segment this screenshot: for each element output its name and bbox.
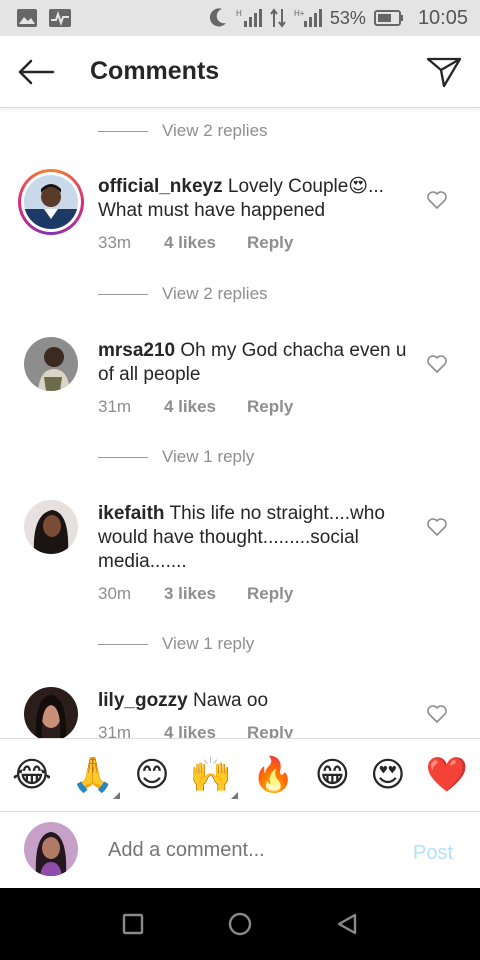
view-replies-label: View 1 reply xyxy=(162,634,255,653)
reply-button[interactable]: Reply xyxy=(247,723,293,738)
arrow-left-icon xyxy=(18,59,55,84)
variants-indicator-icon xyxy=(113,792,121,799)
back-nav-button[interactable] xyxy=(327,904,367,944)
paper-plane-icon xyxy=(426,57,462,87)
status-bar: H H+ 53% 10:05 xyxy=(0,0,480,36)
divider xyxy=(98,293,148,295)
comment-input[interactable] xyxy=(108,834,388,866)
battery-percent: 53% xyxy=(329,7,366,28)
comment-username[interactable]: lily_gozzy xyxy=(98,690,188,711)
comment-composer: Post xyxy=(0,812,480,888)
current-user-avatar xyxy=(24,822,78,876)
recents-button[interactable] xyxy=(113,904,153,944)
avatar xyxy=(24,175,78,229)
clock: 10:05 xyxy=(417,6,468,29)
view-replies-link[interactable]: View 2 replies xyxy=(98,282,268,306)
divider xyxy=(98,456,148,458)
comment-time: 31m xyxy=(98,397,132,416)
red-heart-emoji[interactable]: ❤️ xyxy=(426,755,468,795)
comment-time: 30m xyxy=(98,584,132,603)
reply-button[interactable]: Reply xyxy=(247,584,293,604)
comment-username[interactable]: mrsa210 xyxy=(98,340,175,361)
comment-likes[interactable]: 4 likes xyxy=(164,723,247,738)
system-nav-bar xyxy=(0,888,480,960)
activity-icon xyxy=(48,8,72,28)
comment-likes[interactable]: 3 likes xyxy=(164,584,247,604)
comment-text: mrsa210 Oh my God chacha even u of all p… xyxy=(98,339,408,387)
like-button[interactable] xyxy=(427,191,447,211)
comment-likes[interactable]: 4 likes xyxy=(164,233,247,253)
comment-meta: 31m 4 likes Reply xyxy=(98,723,293,738)
comment-text: official_nkeyz Lovely Couple😍... What mu… xyxy=(98,175,408,223)
share-button[interactable] xyxy=(408,36,480,108)
comment-time: 31m xyxy=(98,723,132,738)
like-button[interactable] xyxy=(427,518,447,538)
comment-likes[interactable]: 4 likes xyxy=(164,397,247,417)
view-replies-link[interactable]: View 2 replies xyxy=(98,119,268,143)
view-replies-label: View 2 replies xyxy=(162,121,268,140)
beaming-face-emoji[interactable]: 😁 xyxy=(315,755,350,795)
signal-h-icon: H xyxy=(236,7,262,29)
avatar[interactable] xyxy=(24,337,78,391)
svg-text:H: H xyxy=(236,9,242,18)
emoji-quick-bar: 😂 🙏 😊 🙌 🔥 😁 😍 ❤️ xyxy=(0,738,480,812)
battery-icon xyxy=(373,9,404,27)
back-button[interactable] xyxy=(0,36,72,108)
heart-icon xyxy=(427,518,447,536)
comment-meta: 31m 4 likes Reply xyxy=(98,397,293,417)
comment-list[interactable]: View 2 replies official_nkeyz Lovely Cou… xyxy=(0,109,480,738)
reply-button[interactable]: Reply xyxy=(247,233,293,253)
comment-username[interactable]: ikefaith xyxy=(98,503,165,524)
reply-button[interactable]: Reply xyxy=(247,397,293,417)
moon-icon xyxy=(208,7,228,29)
page-title: Comments xyxy=(90,57,220,85)
comment-meta: 30m 3 likes Reply xyxy=(98,584,293,604)
home-button[interactable] xyxy=(220,904,260,944)
view-replies-label: View 2 replies xyxy=(162,284,268,303)
divider xyxy=(98,130,148,132)
home-circle-icon xyxy=(228,912,252,936)
gallery-icon xyxy=(16,8,38,28)
heart-icon xyxy=(427,705,447,723)
avatar[interactable] xyxy=(24,687,78,738)
comment-meta: 33m 4 likes Reply xyxy=(98,233,293,253)
smiling-face-emoji[interactable]: 😊 xyxy=(134,755,169,795)
variants-indicator-icon xyxy=(231,792,239,799)
heart-eyes-emoji[interactable]: 😍 xyxy=(370,755,405,795)
view-replies-label: View 1 reply xyxy=(162,447,255,466)
like-button[interactable] xyxy=(427,355,447,375)
view-replies-link[interactable]: View 1 reply xyxy=(98,632,254,656)
comment-text: lily_gozzy Nawa oo xyxy=(98,689,408,713)
like-button[interactable] xyxy=(427,705,447,725)
folded-hands-emoji[interactable]: 🙏 xyxy=(72,755,121,799)
fire-emoji[interactable]: 🔥 xyxy=(252,755,294,795)
comment-text: ikefaith This life no straight....who wo… xyxy=(98,502,408,574)
comment-time: 33m xyxy=(98,233,132,252)
signal-h-plus-icon: H+ xyxy=(294,7,322,29)
comment-message: Nawa oo xyxy=(193,690,269,711)
heart-icon xyxy=(427,191,447,209)
avatar[interactable] xyxy=(24,500,78,554)
svg-text:H+: H+ xyxy=(294,9,305,18)
comment-username[interactable]: official_nkeyz xyxy=(98,176,223,197)
view-replies-link[interactable]: View 1 reply xyxy=(98,445,254,469)
story-ring[interactable] xyxy=(18,169,84,235)
post-button[interactable]: Post xyxy=(413,842,453,865)
raising-hands-emoji[interactable]: 🙌 xyxy=(190,755,239,799)
tears-of-joy-emoji[interactable]: 😂 xyxy=(12,755,52,795)
divider xyxy=(98,643,148,645)
back-triangle-icon xyxy=(337,913,356,935)
heart-icon xyxy=(427,355,447,373)
comments-header: Comments xyxy=(0,36,480,108)
data-arrows-icon xyxy=(270,7,286,29)
recents-square-icon xyxy=(123,913,144,935)
